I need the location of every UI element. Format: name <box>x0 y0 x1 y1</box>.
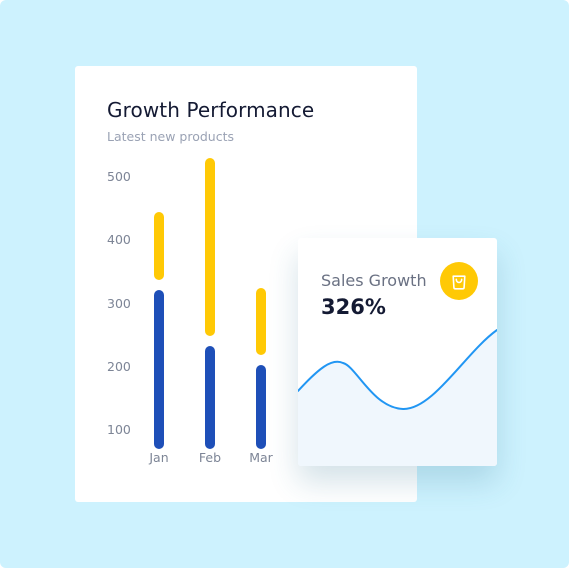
sales-growth-label: Sales Growth <box>321 271 427 290</box>
card-title: Growth Performance <box>107 98 315 122</box>
shopping-bag-icon <box>452 275 466 290</box>
y-axis-tick-label: 200 <box>107 358 131 374</box>
x-axis-tick-label: Jan <box>149 450 169 465</box>
bar-feb-segment-2 <box>205 158 215 337</box>
sales-growth-value: 326% <box>321 295 386 319</box>
bar-mar-segment-2 <box>256 287 266 356</box>
bar-jan-segment-2 <box>154 211 164 280</box>
sales-growth-card: Sales Growth 326% <box>298 238 497 466</box>
y-axis-tick-label: 100 <box>107 422 131 437</box>
bar-feb-segment-1 <box>205 346 215 449</box>
y-axis-tick-label: 400 <box>107 232 131 248</box>
page: Growth Performance Latest new products 5… <box>0 0 569 568</box>
bar-jan-segment-1 <box>154 289 164 449</box>
bar-mar-segment-1 <box>256 365 266 449</box>
y-axis-tick-label: 300 <box>107 295 131 311</box>
sales-growth-area <box>298 330 497 466</box>
shopping-bag-button[interactable] <box>440 262 478 300</box>
y-axis-tick-label: 500 <box>107 169 131 184</box>
x-axis-tick-label: Mar <box>249 450 273 465</box>
card-subtitle: Latest new products <box>107 129 235 144</box>
x-axis-tick-label: Feb <box>198 450 222 465</box>
